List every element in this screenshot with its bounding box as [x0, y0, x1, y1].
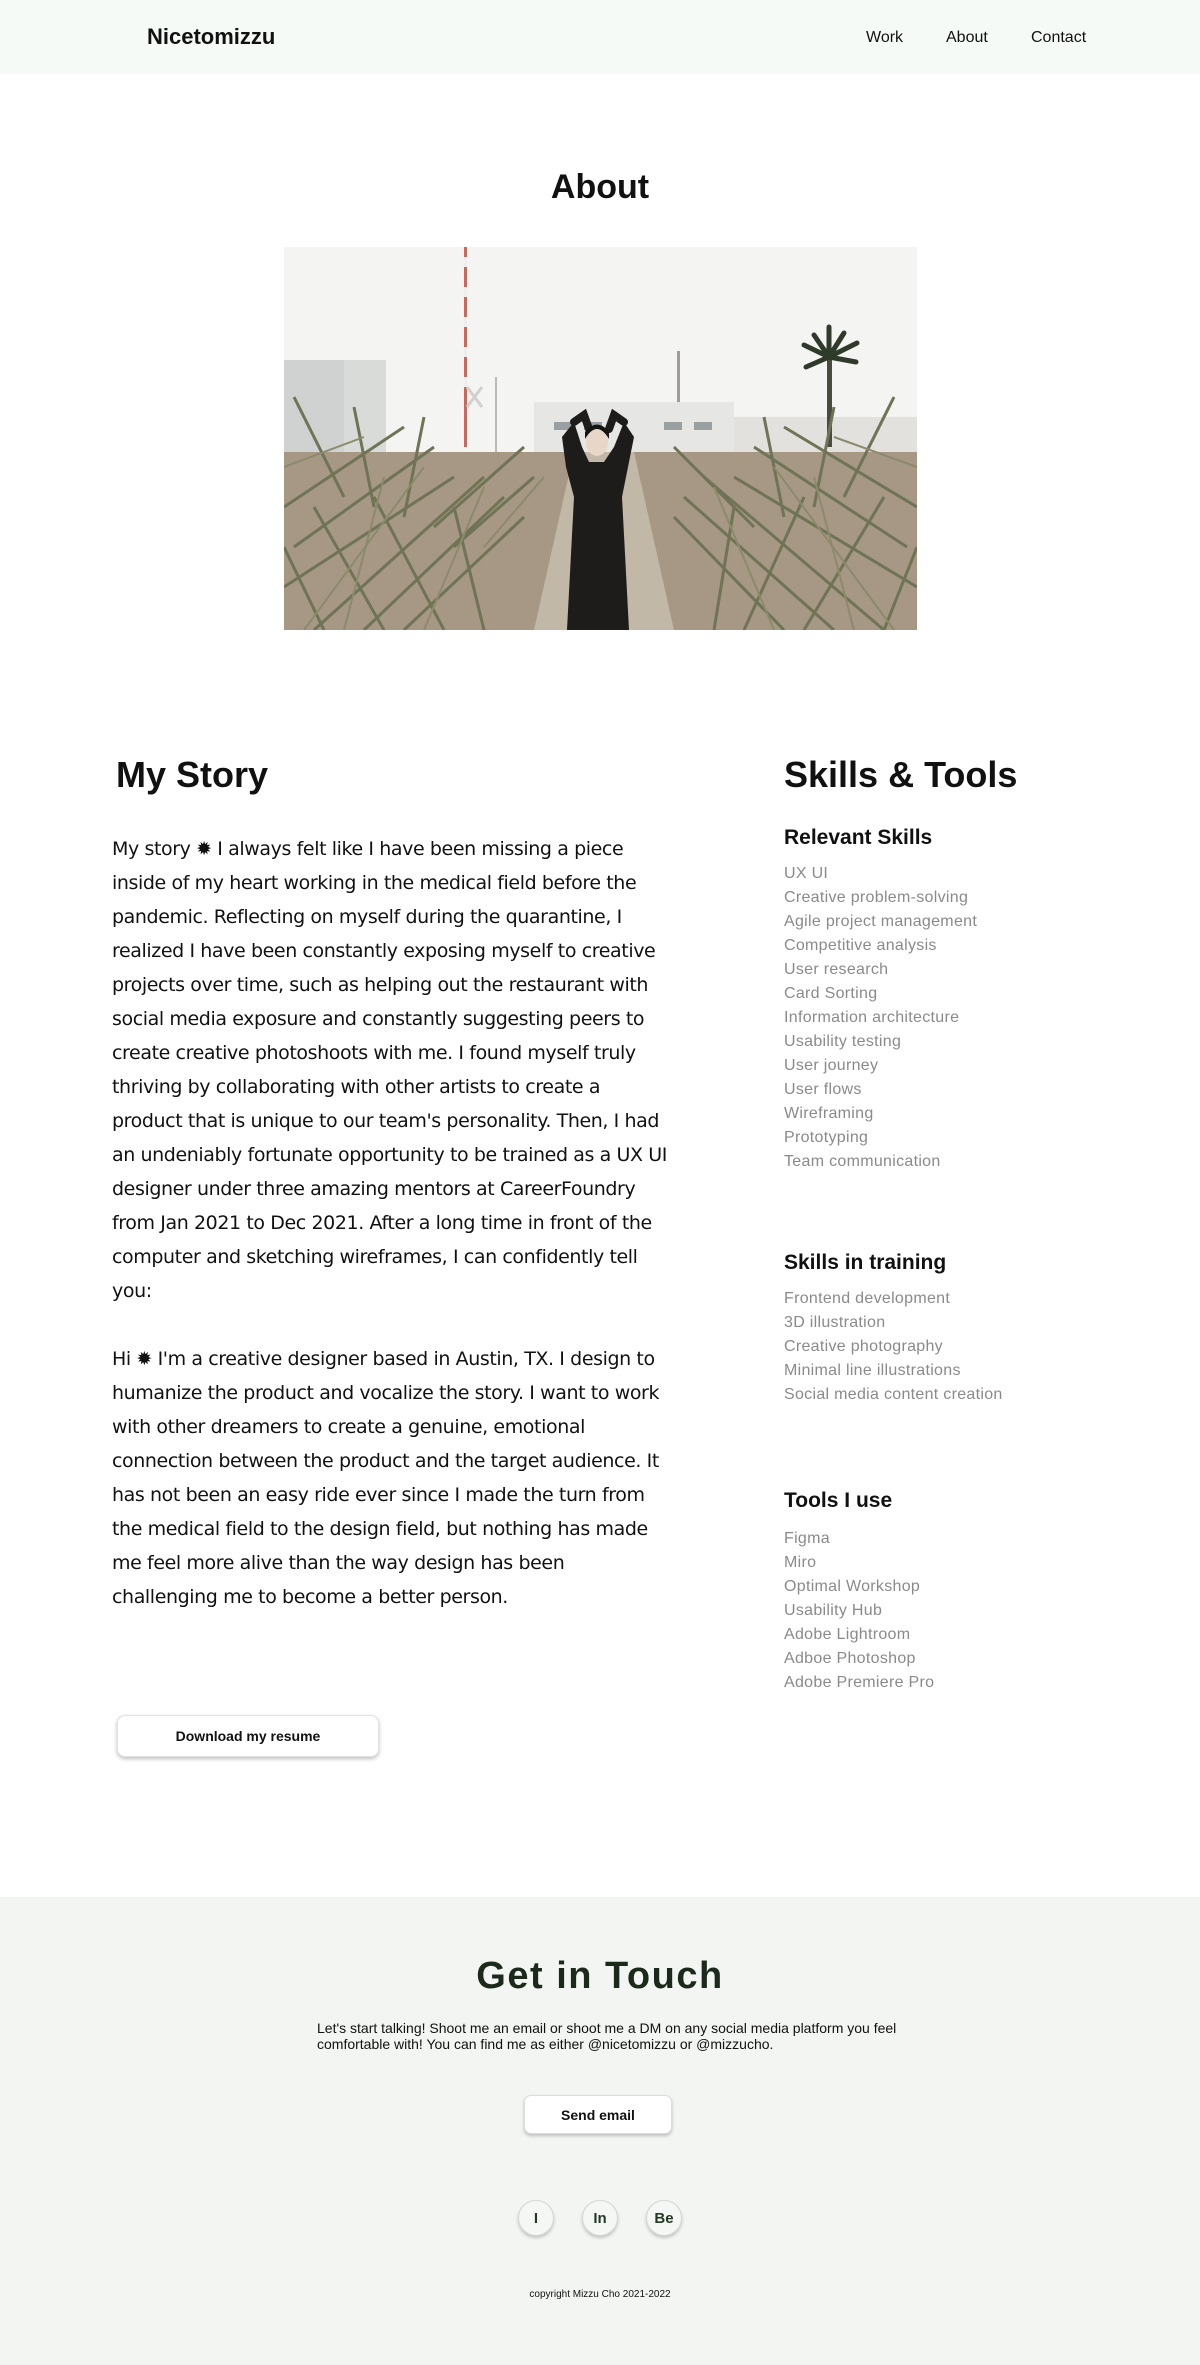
list-item: Social media content creation: [784, 1386, 1003, 1403]
nav-link-contact[interactable]: Contact: [1031, 29, 1086, 47]
nav-link-work[interactable]: Work: [866, 29, 903, 47]
get-in-touch-title: Get in Touch: [476, 1955, 724, 1997]
skills-tools-title: Skills & Tools: [784, 754, 1018, 795]
list-item: UX UI: [784, 865, 829, 882]
list-item: Agile project management: [784, 913, 978, 930]
list-item: Adobe Premiere Pro: [784, 1674, 935, 1691]
story-paragraph: Hi ✹ I'm a creative designer based in Au…: [112, 1348, 660, 1608]
brand-logo[interactable]: Nicetomizzu: [147, 24, 275, 50]
list-item: Information architecture: [784, 1009, 960, 1026]
send-email-button[interactable]: Send email: [524, 2095, 672, 2134]
relevant-skills-list: UX UI Creative problem-solving Agile pro…: [784, 862, 1114, 1174]
list-item: Frontend development: [784, 1290, 951, 1307]
instagram-icon[interactable]: I: [518, 2200, 554, 2236]
list-item: Prototyping: [784, 1129, 869, 1146]
top-navbar: Nicetomizzu Work About Contact: [0, 0, 1200, 74]
list-item: Figma: [784, 1530, 830, 1547]
list-item: Wireframing: [784, 1105, 874, 1122]
download-resume-button[interactable]: Download my resume: [117, 1715, 379, 1757]
copyright-text: copyright Mizzu Cho 2021-2022: [529, 2289, 671, 2300]
list-item: Adboe Photoshop: [784, 1650, 916, 1667]
list-item: Usability Hub: [784, 1602, 883, 1619]
linkedin-icon[interactable]: In: [582, 2200, 618, 2236]
list-item: Optimal Workshop: [784, 1578, 921, 1595]
tools-section: Tools I use Figma Miro Optimal Workshop …: [784, 1489, 1114, 1695]
list-item: 3D illustration: [784, 1314, 886, 1331]
portrait-photo: [284, 247, 917, 630]
relevant-skills-heading: Relevant Skills: [784, 826, 933, 849]
story-body: My story ✹ I always felt like I have bee…: [112, 832, 667, 1648]
skills-in-training-section: Skills in training Frontend development …: [784, 1251, 1114, 1407]
list-item: Creative photography: [784, 1338, 943, 1355]
list-item: Team communication: [784, 1153, 941, 1170]
list-item: Card Sorting: [784, 985, 878, 1002]
list-item: Miro: [784, 1554, 817, 1571]
contact-description: Let's start talking! Shoot me an email o…: [317, 2020, 897, 2052]
nav-link-about[interactable]: About: [946, 29, 988, 47]
list-item: Competitive analysis: [784, 937, 937, 954]
list-item: Adobe Lightroom: [784, 1626, 911, 1643]
skills-in-training-list: Frontend development 3D illustration Cre…: [784, 1287, 1114, 1407]
list-item: Minimal line illustrations: [784, 1362, 961, 1379]
about-title: About: [550, 168, 650, 206]
my-story-title: My Story: [116, 754, 269, 795]
skills-in-training-heading: Skills in training: [784, 1251, 947, 1274]
list-item: Creative problem-solving: [784, 889, 969, 906]
list-item: User flows: [784, 1081, 862, 1098]
contact-footer: Get in Touch Let's start talking! Shoot …: [0, 1897, 1200, 2365]
tools-list: Figma Miro Optimal Workshop Usability Hu…: [784, 1527, 1114, 1695]
story-paragraph: My story ✹ I always felt like I have bee…: [112, 838, 668, 1302]
relevant-skills-section: Relevant Skills UX UI Creative problem-s…: [784, 826, 1114, 1174]
behance-icon[interactable]: Be: [646, 2200, 682, 2236]
tools-heading: Tools I use: [784, 1489, 893, 1512]
list-item: User research: [784, 961, 889, 978]
list-item: User journey: [784, 1057, 879, 1074]
list-item: Usability testing: [784, 1033, 902, 1050]
